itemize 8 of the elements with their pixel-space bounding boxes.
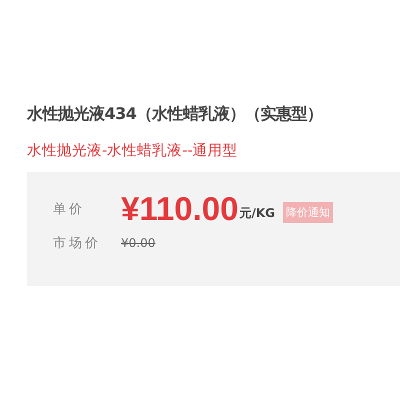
market-price-label: 市场价 xyxy=(53,235,102,252)
market-price: ¥0.00 xyxy=(121,236,156,250)
product-subtitle: 水性抛光液-水性蜡乳液--通用型 xyxy=(27,142,239,160)
price: ¥110.00 xyxy=(121,190,238,228)
price-drop-notify-button[interactable]: 降价通知 xyxy=(283,202,333,222)
price-label: 单价 xyxy=(53,201,86,218)
product-title: 水性抛光液434（水性蜡乳液）（实惠型） xyxy=(27,104,324,125)
price-unit: 元/KG xyxy=(239,204,275,222)
